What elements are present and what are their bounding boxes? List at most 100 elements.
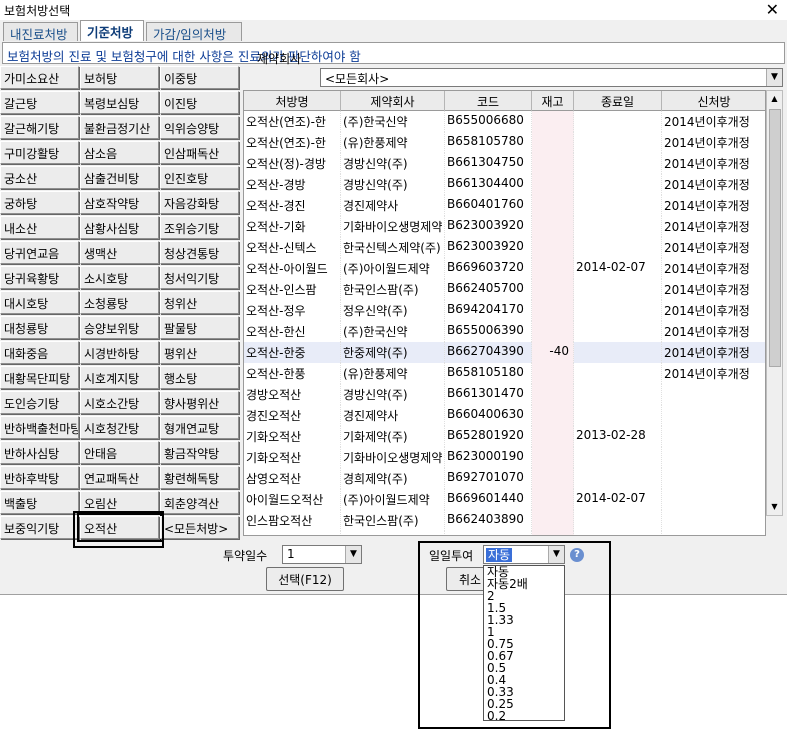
table-row[interactable]: 경진오적산 경진제약사 B660400630: [244, 405, 765, 426]
prescription-button[interactable]: 연교패독산: [80, 466, 159, 489]
prescription-button[interactable]: 반하사심탕: [0, 441, 79, 464]
prescription-button[interactable]: 안태음: [80, 441, 159, 464]
scroll-up-icon[interactable]: ▲: [767, 91, 782, 107]
prescription-button[interactable]: 보중익기탕: [0, 516, 79, 539]
col-header-end-date[interactable]: 종료일: [574, 91, 662, 111]
prescription-button[interactable]: 궁하탕: [0, 191, 79, 214]
prescription-button[interactable]: 청위산: [160, 291, 239, 314]
prescription-button[interactable]: 인삼패독산: [160, 141, 239, 164]
prescription-button[interactable]: 대청룡탕: [0, 316, 79, 339]
prescription-button[interactable]: 복령보심탕: [80, 91, 159, 114]
close-icon[interactable]: ✕: [766, 0, 779, 19]
table-row[interactable]: 경방오적산 경방신약(주) B661301470: [244, 384, 765, 405]
table-row[interactable]: 오적산-정우 정우신약(주) B694204170 2014년이후개정: [244, 300, 765, 321]
col-header-name[interactable]: 처방명: [244, 91, 341, 111]
prescription-button[interactable]: 시호청간탕: [80, 416, 159, 439]
prescription-button[interactable]: 삼호작약탕: [80, 191, 159, 214]
table-cell: 오적산-한신: [244, 321, 341, 342]
prescription-button[interactable]: 인진호탕: [160, 166, 239, 189]
prescription-button[interactable]: 자음강화탕: [160, 191, 239, 214]
table-row[interactable]: 인스팜오적산 한국인스팜(주) B662403890: [244, 510, 765, 531]
prescription-button[interactable]: 팔물탕: [160, 316, 239, 339]
table-row[interactable]: 아이월드오적산 (주)아이월드제약 B669601440 2014-02-07: [244, 489, 765, 510]
prescription-button[interactable]: 이진탕: [160, 91, 239, 114]
prescription-button[interactable]: 행소탕: [160, 366, 239, 389]
prescription-button[interactable]: 반하후박탕: [0, 466, 79, 489]
tab-standard-prescriptions[interactable]: 기준처방: [80, 20, 144, 41]
table-row[interactable]: 오적산-기화 기화바이오생명제약 B623003920 2014년이후개정: [244, 216, 765, 237]
table-row[interactable]: 정우오적산(주)정우제약B651001890 2013-02-28: [244, 531, 765, 535]
col-header-new-prescription[interactable]: 신처방: [662, 91, 765, 111]
col-header-code[interactable]: 코드: [445, 91, 532, 111]
select-button[interactable]: 선택(F12): [266, 567, 344, 591]
table-row[interactable]: 오적산-한풍 (유)한풍제약 B658105180 2014년이후개정: [244, 363, 765, 384]
chevron-down-icon[interactable]: ▼: [766, 69, 782, 86]
prescription-button[interactable]: 백출탕: [0, 491, 79, 514]
chevron-down-icon[interactable]: ▼: [345, 546, 361, 563]
prescription-button[interactable]: 생맥산: [80, 241, 159, 264]
table-scrollbar[interactable]: ▲ ▼: [766, 90, 783, 516]
prescription-button[interactable]: 황금작약탕: [160, 441, 239, 464]
table-cell: 오적산-한풍: [244, 363, 341, 384]
tab-custom-prescriptions[interactable]: 가감/임의처방: [146, 22, 242, 42]
prescription-button[interactable]: 승양보위탕: [80, 316, 159, 339]
table-row[interactable]: 오적산(연조)-한 (주)한국신약 B655006680 2014년이후개정: [244, 111, 765, 132]
prescription-button[interactable]: 향사평위산: [160, 391, 239, 414]
table-row[interactable]: 기화오적산 기화제약(주) B652801920 2013-02-28: [244, 426, 765, 447]
prescription-button[interactable]: 익위승양탕: [160, 116, 239, 139]
prescription-button[interactable]: 시호계지탕: [80, 366, 159, 389]
col-header-stock[interactable]: 재고: [532, 91, 574, 111]
prescription-button[interactable]: 조위승기탕: [160, 216, 239, 239]
prescription-button[interactable]: 삼소음: [80, 141, 159, 164]
prescription-button[interactable]: 가미소요산: [0, 66, 79, 89]
prescription-button[interactable]: 대화중음: [0, 341, 79, 364]
table-row[interactable]: 오적산-신텍스 한국신텍스제약(주) B623003920 2014년이후개정: [244, 237, 765, 258]
prescription-button[interactable]: 불환금정기산: [80, 116, 159, 139]
prescription-button[interactable]: 갈근해기탕: [0, 116, 79, 139]
prescription-button[interactable]: 당귀육황탕: [0, 266, 79, 289]
table-row[interactable]: 오적산(연조)-한 (유)한풍제약 B658105780 2014년이후개정: [244, 132, 765, 153]
prescription-button[interactable]: 회춘양격산: [160, 491, 239, 514]
table-row[interactable]: 삼영오적산 경희제약(주) B692701070: [244, 468, 765, 489]
prescription-button[interactable]: 황련해독탕: [160, 466, 239, 489]
prescription-button[interactable]: 형개연교탕: [160, 416, 239, 439]
prescription-button[interactable]: 당귀연교음: [0, 241, 79, 264]
days-select[interactable]: 1 ▼: [282, 545, 362, 564]
table-row[interactable]: 기화오적산 기화바이오생명제약 B623000190: [244, 447, 765, 468]
prescription-button[interactable]: 반하백출천마탕: [0, 416, 79, 439]
prescription-button[interactable]: 대황목단피탕: [0, 366, 79, 389]
prescription-button[interactable]: 소시호탕: [80, 266, 159, 289]
prescription-button[interactable]: 갈근탕: [0, 91, 79, 114]
table-row[interactable]: 오적산-경진 경진제약사 B660401760 2014년이후개정: [244, 195, 765, 216]
scrollbar-thumb[interactable]: [769, 109, 781, 367]
table-row[interactable]: 오적산(정)-경방 경방신약(주) B661304750 2014년이후개정: [244, 153, 765, 174]
prescription-button[interactable]: 평위산: [160, 341, 239, 364]
prescription-button[interactable]: 삼출건비탕: [80, 166, 159, 189]
prescription-button[interactable]: 시호소간탕: [80, 391, 159, 414]
prescription-button[interactable]: 대시호탕: [0, 291, 79, 314]
table-cell: [574, 510, 662, 531]
table-row[interactable]: 오적산-한신 (주)한국신약 B655006390 2014년이후개정: [244, 321, 765, 342]
prescription-button[interactable]: 도인승기탕: [0, 391, 79, 414]
table-row[interactable]: 오적산-아이월드 (주)아이월드제약 B669603720 2014-02-07 201…: [244, 258, 765, 279]
table-row[interactable]: 오적산-한중 한중제약(주) B662704390 -40 2014년이후개정: [244, 342, 765, 363]
prescription-button[interactable]: 소청룡탕: [80, 291, 159, 314]
table-cell: 경방신약(주): [341, 174, 445, 195]
prescription-button[interactable]: 청서익기탕: [160, 266, 239, 289]
prescription-button[interactable]: 궁소산: [0, 166, 79, 189]
prescription-button[interactable]: 시경반하탕: [80, 341, 159, 364]
prescription-button[interactable]: <모든처방>: [160, 516, 239, 539]
prescription-button[interactable]: 구미강활탕: [0, 141, 79, 164]
table-row[interactable]: 오적산-인스팜 한국인스팜(주) B662405700 2014년이후개정: [244, 279, 765, 300]
prescription-button[interactable]: 삼황사심탕: [80, 216, 159, 239]
prescription-button[interactable]: 이중탕: [160, 66, 239, 89]
tab-my-prescriptions[interactable]: 내진료처방: [3, 22, 78, 42]
table-row[interactable]: 오적산-경방 경방신약(주) B661304400 2014년이후개정: [244, 174, 765, 195]
scroll-down-icon[interactable]: ▼: [767, 499, 782, 515]
company-filter-select[interactable]: <모든회사> ▼: [320, 68, 783, 87]
prescription-button[interactable]: 내소산: [0, 216, 79, 239]
table-cell: [574, 405, 662, 426]
prescription-button[interactable]: 보허탕: [80, 66, 159, 89]
prescription-button[interactable]: 청상견통탕: [160, 241, 239, 264]
col-header-company[interactable]: 제약회사: [341, 91, 445, 111]
